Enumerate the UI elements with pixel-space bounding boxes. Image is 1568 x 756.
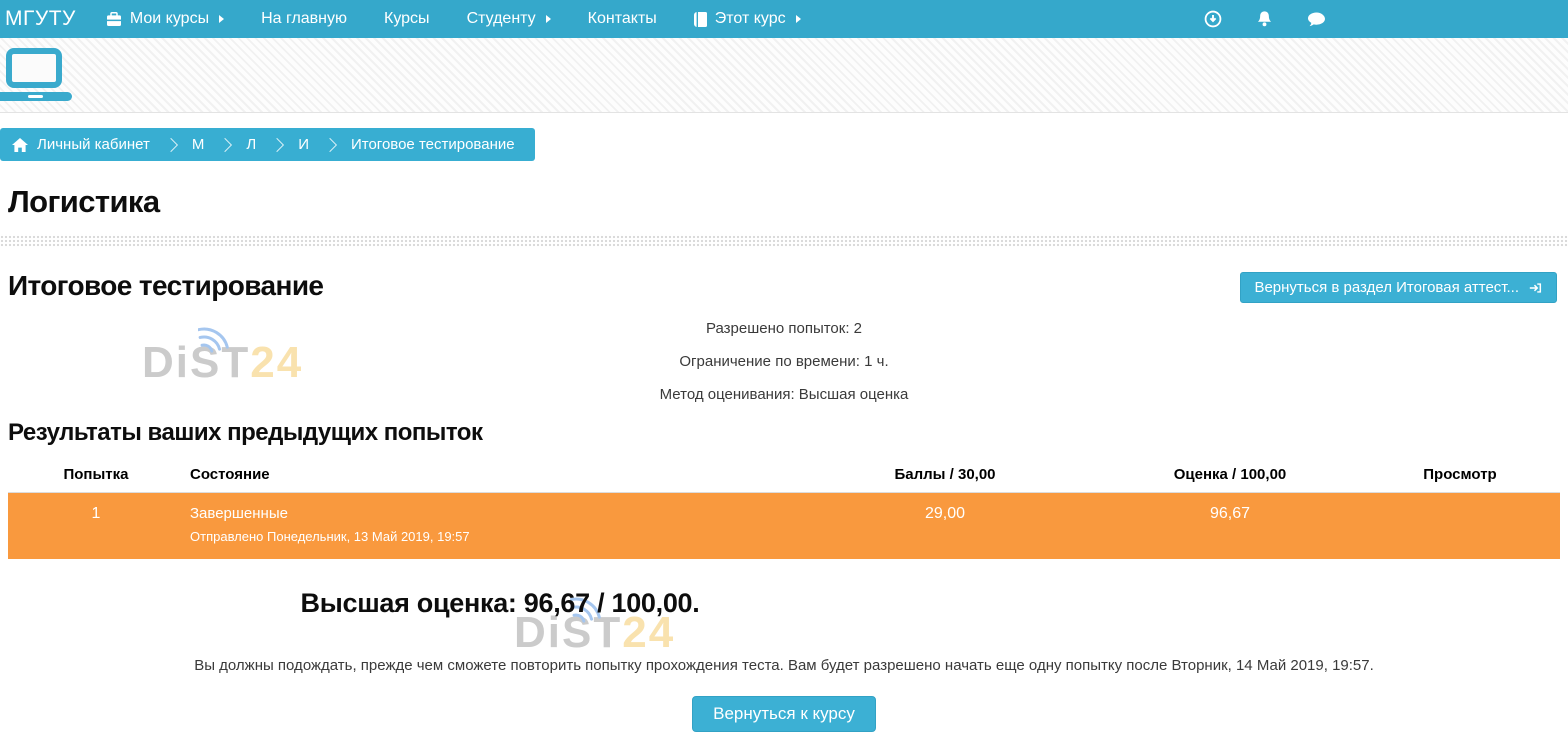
attempts-table: Попытка Состояние Баллы / 30,00 Оценка /… <box>8 457 1560 559</box>
nav-item-label: Этот курс <box>715 10 786 28</box>
nav-item-label: Контакты <box>588 10 657 28</box>
nav-item-label: Студенту <box>467 10 536 28</box>
attempt-marks-cell: 29,00 <box>790 493 1100 560</box>
nav-menu: Мои курсы На главную Курсы Студенту Конт… <box>106 10 801 28</box>
grading-method-text: Метод оценивания: Высшая оценка <box>0 386 1568 404</box>
quiz-header: Итоговое тестирование Вернуться в раздел… <box>0 270 1568 303</box>
top-navigation-bar: МГУТУ Мои курсы На главную Курсы Студент… <box>0 0 1568 38</box>
nav-item-label: На главную <box>261 10 347 28</box>
attempt-number-cell: 1 <box>8 493 184 560</box>
chevron-right-icon <box>218 137 232 151</box>
site-logo[interactable]: МГУТУ <box>0 7 76 31</box>
attempt-review-cell <box>1360 493 1560 560</box>
laptop-screen <box>6 48 62 88</box>
column-header-grade: Оценка / 100,00 <box>1100 457 1360 493</box>
dist24-watermark: DiST24 <box>142 338 303 388</box>
back-to-section-label: Вернуться в раздел Итоговая аттест... <box>1254 279 1519 296</box>
column-header-attempt: Попытка <box>8 457 184 493</box>
attempt-state: Завершенные <box>190 505 784 522</box>
attempt-submitted: Отправлено Понедельник, 13 Май 2019, 19:… <box>190 529 784 544</box>
download-circle-icon[interactable] <box>1204 10 1222 28</box>
page-title: Логистика <box>8 184 1568 220</box>
sign-in-icon <box>1528 281 1543 295</box>
table-header-row: Попытка Состояние Баллы / 30,00 Оценка /… <box>8 457 1560 493</box>
laptop-notch <box>28 95 43 98</box>
header-banner <box>0 38 1568 113</box>
nav-item-this-course[interactable]: Этот курс <box>694 10 801 28</box>
nav-item-contacts[interactable]: Контакты <box>588 10 657 28</box>
nav-item-label: Курсы <box>384 10 430 28</box>
wait-message: Вы должны подождать, прежде чем сможете … <box>0 656 1568 675</box>
caret-right-icon <box>219 15 224 23</box>
quiz-title: Итоговое тестирование <box>8 270 323 302</box>
caret-right-icon <box>546 15 551 23</box>
breadcrumb: Личный кабинет М Л И Итоговое тестирован… <box>0 128 535 161</box>
column-header-marks: Баллы / 30,00 <box>790 457 1100 493</box>
laptop-icon <box>0 48 80 104</box>
breadcrumb-dashboard[interactable]: Личный кабинет <box>37 136 150 153</box>
nav-item-student[interactable]: Студенту <box>467 10 551 28</box>
chat-icon[interactable] <box>1307 11 1326 28</box>
signal-arcs-icon <box>198 316 238 366</box>
results-heading: Результаты ваших предыдущих попыток <box>8 419 1568 447</box>
chevron-right-icon <box>270 137 284 151</box>
watermark-accent-text: 24 <box>250 338 303 387</box>
attempt-state-cell: Завершенные Отправлено Понедельник, 13 М… <box>184 493 790 560</box>
grade-summary: Высшая оценка: 96,67 / 100,00. <box>0 588 1000 619</box>
breadcrumb-current[interactable]: Итоговое тестирование <box>351 136 515 153</box>
home-icon[interactable] <box>12 138 28 152</box>
back-to-course-label: Вернуться к курсу <box>713 704 855 724</box>
nav-item-my-courses[interactable]: Мои курсы <box>106 10 224 28</box>
dotted-divider <box>0 234 1568 247</box>
briefcase-icon <box>106 12 122 27</box>
book-icon <box>694 12 707 27</box>
nav-right-icons <box>1204 10 1326 28</box>
nav-item-label: Мои курсы <box>130 10 209 28</box>
back-to-section-button[interactable]: Вернуться в раздел Итоговая аттест... <box>1240 272 1557 303</box>
breadcrumb-course[interactable]: Л <box>246 136 256 153</box>
caret-right-icon <box>796 15 801 23</box>
bell-icon[interactable] <box>1256 10 1273 28</box>
attempt-grade-cell: 96,67 <box>1100 493 1360 560</box>
chevron-right-icon <box>164 137 178 151</box>
nav-item-home[interactable]: На главную <box>261 10 347 28</box>
column-header-review: Просмотр <box>1360 457 1560 493</box>
back-to-course-button[interactable]: Вернуться к курсу <box>692 696 876 732</box>
chevron-right-icon <box>323 137 337 151</box>
breadcrumb-section[interactable]: И <box>298 136 309 153</box>
breadcrumb-category[interactable]: М <box>192 136 205 153</box>
nav-item-courses[interactable]: Курсы <box>384 10 430 28</box>
column-header-state: Состояние <box>184 457 790 493</box>
footer-action-row: Вернуться к курсу <box>0 696 1568 732</box>
table-row: 1 Завершенные Отправлено Понедельник, 13… <box>8 493 1560 560</box>
